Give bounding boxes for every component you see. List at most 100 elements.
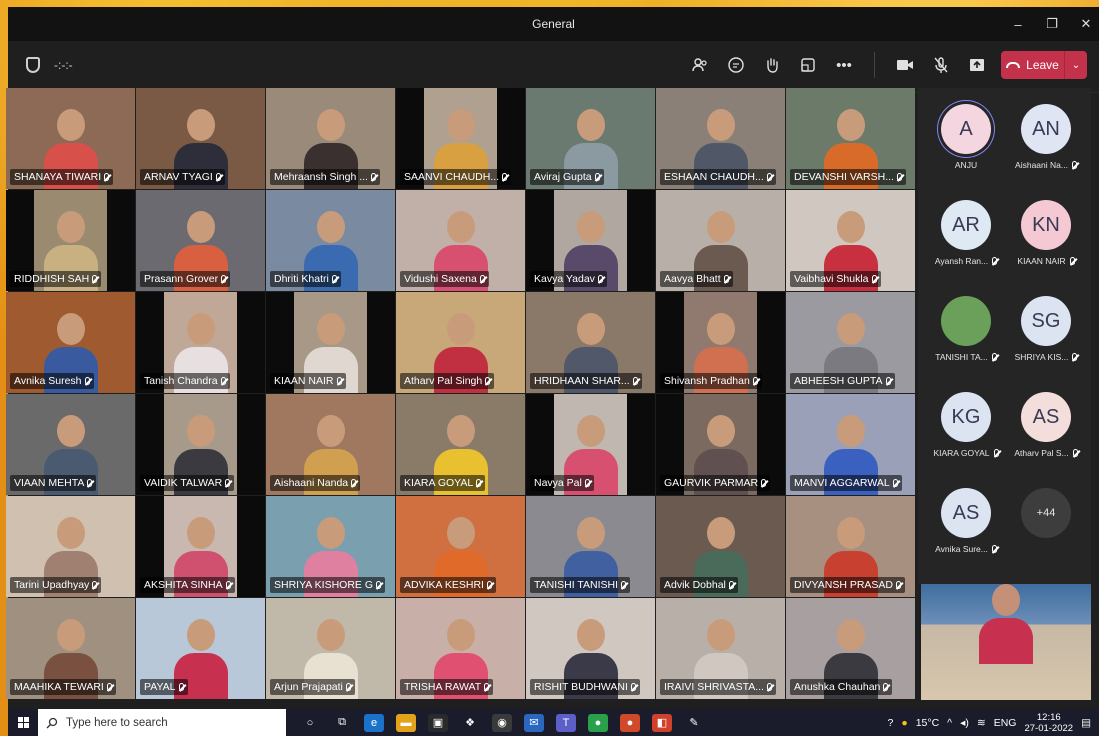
windows-start-icon[interactable] <box>8 717 38 728</box>
video-tile[interactable]: DEVANSHI VARSH... <box>786 88 915 189</box>
video-tile[interactable]: VAIDIK TALWAR <box>136 394 265 495</box>
video-tile[interactable]: KIAAN NAIR <box>266 292 395 393</box>
mic-muted-icon <box>87 479 93 487</box>
video-tile[interactable]: GAURVIK PARMAR <box>656 394 785 495</box>
mic-off-icon[interactable] <box>929 51 953 79</box>
video-tile[interactable]: Navya Pal <box>526 394 655 495</box>
obs-icon[interactable]: ◉ <box>492 713 512 732</box>
video-tile[interactable]: Prasann Grover <box>136 190 265 291</box>
maximize-button[interactable]: ❐ <box>1045 16 1059 32</box>
video-tile[interactable]: Tarini Upadhyay <box>6 496 135 597</box>
video-tile[interactable]: Kavya Yadav <box>526 190 655 291</box>
participant-avatar-tile[interactable]: AS Avnika Sure... <box>926 488 1006 554</box>
clock[interactable]: 12:16 27-01-2022 <box>1024 712 1073 734</box>
participant-avatar-tile[interactable]: TANISHI TA... <box>926 296 1006 362</box>
video-tile[interactable]: IRAIVI SHRIVASTA... <box>656 598 785 699</box>
video-tile[interactable]: RISHIT BUDHWANI <box>526 598 655 699</box>
video-tile[interactable]: KIARA GOYAL <box>396 394 525 495</box>
teams-icon[interactable]: T <box>556 713 576 732</box>
dropbox-icon[interactable]: ❖ <box>460 714 480 732</box>
video-tile[interactable]: Arjun Prajapati <box>266 598 395 699</box>
mic-muted-icon <box>476 479 482 487</box>
wifi-icon[interactable]: ≋ <box>977 717 986 729</box>
video-tile[interactable]: Avnika Suresh <box>6 292 135 393</box>
video-tile[interactable]: AKSHITA SINHA <box>136 496 265 597</box>
more-participants-button[interactable]: +44 <box>1021 488 1071 538</box>
participant-name: GAURVIK PARMAR <box>664 477 759 489</box>
video-tile[interactable]: ADVIKA KESHRI <box>396 496 525 597</box>
chrome-alt-icon[interactable]: ● <box>620 713 640 732</box>
video-tile[interactable]: ARNAV TYAGI <box>136 88 265 189</box>
mic-muted-icon <box>92 581 98 589</box>
participant-avatar-tile[interactable]: AR Ayansh Ran... <box>926 200 1006 266</box>
taskbar-search-box[interactable]: Type here to search <box>38 709 286 736</box>
video-tile[interactable]: DIVYANSH PRASAD <box>786 496 915 597</box>
video-tile[interactable]: MANVI AGGARWAL <box>786 394 915 495</box>
paint-icon[interactable]: ✎ <box>684 714 704 732</box>
chat-icon[interactable] <box>724 51 748 79</box>
participant-name-tag: VIAAN MEHTA <box>10 475 97 491</box>
participant-name: Vidushi Saxena <box>404 273 477 285</box>
video-tile[interactable]: MAAHIKA TEWARI <box>6 598 135 699</box>
chevron-down-icon[interactable]: ⌄ <box>1065 60 1087 71</box>
edge-icon[interactable]: e <box>364 713 384 732</box>
cortana-icon[interactable]: ○ <box>300 714 320 732</box>
video-tile[interactable]: TANISHI TANISHI <box>526 496 655 597</box>
participant-avatar-tile[interactable]: AN Aishaani Na... <box>1006 104 1086 170</box>
task-view-icon[interactable]: ⧉ <box>332 714 352 732</box>
share-screen-icon[interactable] <box>965 51 989 79</box>
video-tile[interactable]: Aishaani Nanda <box>266 394 395 495</box>
video-tile[interactable]: Shivansh Pradhan <box>656 292 785 393</box>
more-options-icon[interactable]: ••• <box>832 51 856 79</box>
video-tile[interactable]: Anushka Chauhan <box>786 598 915 699</box>
participant-avatar-tile[interactable]: KN KIAAN NAIR <box>1006 200 1086 266</box>
tray-chevron-icon[interactable]: ^ <box>947 717 952 729</box>
video-tile[interactable]: VIAAN MEHTA <box>6 394 135 495</box>
camera-icon[interactable] <box>893 51 917 79</box>
office-icon[interactable]: ◧ <box>652 713 672 732</box>
video-tile[interactable]: ABHEESH GUPTA <box>786 292 915 393</box>
video-tile[interactable]: Mehraansh Singh ... <box>266 88 395 189</box>
help-icon[interactable]: ? <box>888 717 894 729</box>
video-tile[interactable]: SHANAYA TIWARI <box>6 88 135 189</box>
video-tile[interactable]: Vidushi Saxena <box>396 190 525 291</box>
video-tile[interactable]: RIDDHISH SAH <box>6 190 135 291</box>
video-tile[interactable]: TRISHA RAWAT <box>396 598 525 699</box>
notifications-icon[interactable]: ▤ <box>1081 717 1091 729</box>
chrome-icon[interactable]: ● <box>588 713 608 732</box>
video-tile[interactable]: HRIDHAAN SHAR... <box>526 292 655 393</box>
participant-avatar-tile[interactable]: AS Atharv Pal S... <box>1006 392 1086 458</box>
video-tile[interactable]: Tanish Chandra <box>136 292 265 393</box>
participant-name-tag: Avnika Suresh <box>10 373 94 389</box>
video-tile[interactable]: SAANVI CHAUDH... <box>396 88 525 189</box>
mail-icon[interactable]: ✉ <box>524 713 544 732</box>
participant-avatar-tile[interactable]: SG SHRIYA KIS... <box>1006 296 1086 362</box>
store-icon[interactable]: ▣ <box>428 713 448 732</box>
video-tile[interactable]: Advik Dobhal <box>656 496 785 597</box>
share-tray-icon[interactable] <box>796 51 820 79</box>
participant-avatar-tile[interactable]: KG KIARA GOYAL <box>926 392 1006 458</box>
raise-hand-icon[interactable] <box>760 51 784 79</box>
file-explorer-icon[interactable]: ▬ <box>396 713 416 732</box>
video-tile[interactable]: PAYAL <box>136 598 265 699</box>
participant-avatar-tile[interactable]: A ANJU <box>926 104 1006 170</box>
participant-name-tag: Anushka Chauhan <box>790 679 893 695</box>
video-tile[interactable]: Vaibhavi Shukla <box>786 190 915 291</box>
system-tray: ? ● 15°C ^ ◂) ≋ ENG 12:16 27-01-2022 ▤ <box>888 709 1091 736</box>
video-tile[interactable]: ESHAAN CHAUDH... <box>656 88 785 189</box>
minimize-button[interactable]: – <box>1011 17 1025 32</box>
video-tile[interactable]: Aavya Bhatt <box>656 190 785 291</box>
people-icon[interactable] <box>688 51 712 79</box>
volume-icon[interactable]: ◂) <box>960 717 969 729</box>
video-tile[interactable]: Atharv Pal Singh <box>396 292 525 393</box>
clock-time: 12:16 <box>1036 711 1061 723</box>
more-participants[interactable]: +44 <box>1006 488 1086 538</box>
participant-name-tag: DEVANSHI VARSH... <box>790 169 906 185</box>
video-tile[interactable]: Dhriti Khatri <box>266 190 395 291</box>
language-indicator[interactable]: ENG <box>994 717 1017 729</box>
video-tile[interactable]: Aviraj Gupta <box>526 88 655 189</box>
mic-muted-icon <box>896 581 901 589</box>
leave-button[interactable]: Leave ⌄ <box>1001 51 1087 79</box>
close-button[interactable]: ✕ <box>1079 16 1093 32</box>
video-tile[interactable]: SHRIYA KISHORE G <box>266 496 395 597</box>
